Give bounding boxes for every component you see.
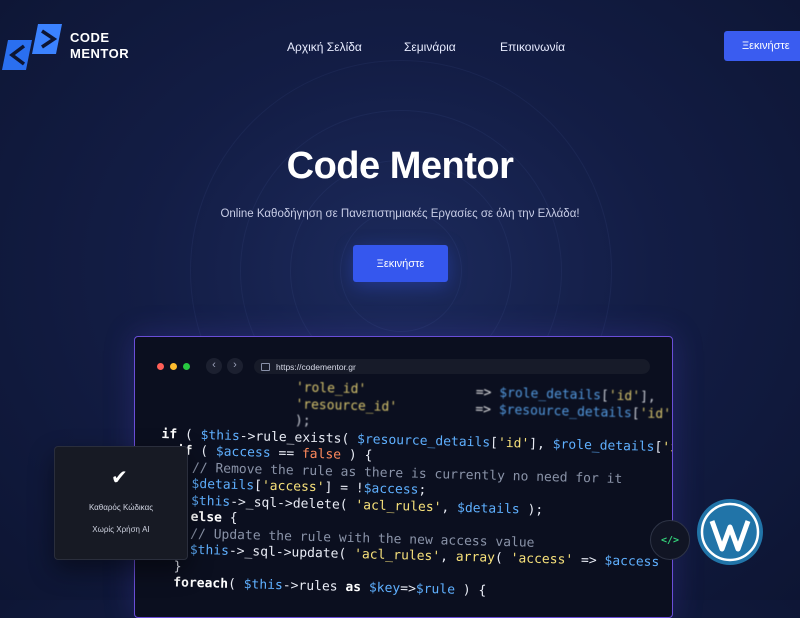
hero-start-button[interactable]: Ξεκινήστε bbox=[353, 245, 448, 282]
header-start-button[interactable]: Ξεκινήστε bbox=[724, 31, 800, 61]
address-bar[interactable]: https://codementor.gr bbox=[254, 359, 650, 374]
brand-line-1: CODE bbox=[70, 30, 110, 45]
wordpress-logo-icon bbox=[697, 499, 763, 565]
nav-home[interactable]: Αρχική Σελίδα bbox=[287, 40, 362, 54]
page-icon bbox=[261, 363, 270, 371]
code-tag-icon: </> bbox=[650, 520, 690, 560]
maximize-dot-icon bbox=[183, 363, 190, 370]
close-dot-icon bbox=[157, 363, 164, 370]
brand-name[interactable]: CODE MENTOR bbox=[70, 30, 129, 62]
back-arrow-icon[interactable]: ‹ bbox=[206, 358, 222, 374]
nav-seminars[interactable]: Σεμινάρια bbox=[404, 40, 456, 54]
feature-card: ✔ Καθαρός Κώδικας Χωρίς Χρήση AI bbox=[54, 446, 188, 560]
hero-subtitle: Online Καθοδήγηση σε Πανεπιστημιακές Εργ… bbox=[220, 208, 580, 220]
logo-chevrons-icon bbox=[2, 24, 62, 70]
card-line-2: Χωρίς Χρήση AI bbox=[92, 525, 150, 534]
code-snippet: 'role_id' => $role_details['id'], 'resou… bbox=[157, 380, 673, 599]
forward-arrow-icon[interactable]: › bbox=[227, 358, 243, 374]
address-url: https://codementor.gr bbox=[276, 361, 356, 372]
checkmark-icon: ✔ bbox=[111, 467, 128, 489]
brand-line-2: MENTOR bbox=[70, 46, 130, 61]
minimize-dot-icon bbox=[170, 363, 177, 370]
nav-contact[interactable]: Επικοινωνία bbox=[500, 40, 565, 54]
browser-mockup: ‹ › https://codementor.gr 'role_id' => $… bbox=[134, 336, 673, 618]
card-line-1: Καθαρός Κώδικας bbox=[88, 503, 154, 512]
hero-title: Code Mentor bbox=[286, 145, 514, 187]
